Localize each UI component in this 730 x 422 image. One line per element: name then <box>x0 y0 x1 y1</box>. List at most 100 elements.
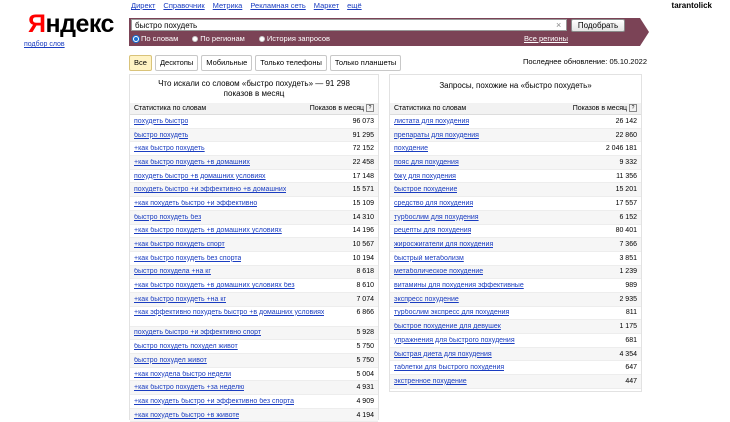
top-nav-link[interactable]: ещё <box>347 1 362 10</box>
query-link[interactable]: препараты для похудения <box>394 132 479 139</box>
search-input[interactable]: быстро похудеть <box>131 19 567 31</box>
left-col-words: Статистика по словам <box>134 105 207 112</box>
shows-count: 9 332 <box>619 158 637 166</box>
table-row: таблетки для быстрого похудения 647 <box>390 361 641 376</box>
shows-count: 447 <box>625 377 637 385</box>
query-link[interactable]: витамины для похудения эффективные <box>394 282 524 289</box>
left-col-shows-wrap: Показов в месяц? <box>310 103 374 114</box>
query-link[interactable]: быстро похудел живот <box>134 357 207 364</box>
shows-count: 5 750 <box>356 356 374 364</box>
query-link[interactable]: турбослим для похудения <box>394 214 479 221</box>
top-nav-link[interactable]: Справочник <box>163 1 204 10</box>
device-tab[interactable]: Все <box>129 55 152 71</box>
query-link[interactable]: быстрая диета для похудения <box>394 351 492 358</box>
shows-count: 6 152 <box>619 213 637 221</box>
shows-count: 811 <box>625 309 637 317</box>
query-link[interactable]: быстро похудеть без <box>134 214 201 221</box>
query-link[interactable]: +как похудеть быстро +и эффективно <box>134 200 257 207</box>
query-link[interactable]: +как быстро похудеть +в домашних условия… <box>134 227 282 234</box>
radio-label: По словам <box>141 34 179 43</box>
shows-count: 1 175 <box>619 323 637 331</box>
device-tab[interactable]: Мобильные <box>201 55 253 71</box>
all-regions-link[interactable]: Все регионы <box>524 34 568 43</box>
device-tab[interactable]: Только телефоны <box>255 55 327 71</box>
query-link[interactable]: +как быстро похудеть +за неделю <box>134 384 244 391</box>
query-link[interactable]: жиросжигатели для похудения <box>394 241 493 248</box>
help-icon[interactable]: ? <box>629 104 637 113</box>
top-nav-link[interactable]: Директ <box>131 1 155 10</box>
radio-button[interactable] <box>192 35 199 42</box>
table-row: похудеть быстро +и эффективно +в домашни… <box>130 183 378 198</box>
search-mode-option[interactable]: По словам <box>133 34 178 43</box>
query-link[interactable]: +как быстро похудеть +на кг <box>134 296 226 303</box>
top-nav-link[interactable]: Рекламная сеть <box>250 1 305 10</box>
query-link[interactable]: рецепты для похудения <box>394 227 471 234</box>
query-link[interactable]: +как быстро похудеть без спорта <box>134 255 241 262</box>
query-link[interactable]: +как быстро похудеть +в домашних условия… <box>134 282 295 289</box>
query-link[interactable]: метаболическое похудение <box>394 268 483 275</box>
logo-rest: ндекс <box>45 10 114 38</box>
query-link[interactable]: похудеть быстро +и эффективно спорт <box>134 329 261 336</box>
yandex-logo[interactable]: Яндекс <box>28 10 114 39</box>
query-link[interactable]: быстрое похудение для девушек <box>394 323 501 330</box>
search-mode-option[interactable]: По регионам <box>192 34 245 43</box>
shows-count: 7 074 <box>356 295 374 303</box>
query-link[interactable]: быстрый метаболизм <box>394 255 464 262</box>
query-link[interactable]: +как быстро похудеть <box>134 145 205 152</box>
query-link[interactable]: листата для похудения <box>394 118 469 125</box>
query-link[interactable]: быстро похудеть похудел живот <box>134 343 238 350</box>
wordstat-link[interactable]: подбор слов <box>24 41 65 48</box>
query-link[interactable]: +как похудела быстро недели <box>134 371 231 378</box>
right-col-shows-wrap: Показов в месяц? <box>573 103 637 114</box>
query-link[interactable]: таблетки для быстрого похудения <box>394 364 504 371</box>
pick-button[interactable]: Подобрать <box>571 19 625 32</box>
query-link[interactable]: +как похудеть быстро +в животе <box>134 412 239 419</box>
left-panel: Что искали со словом «быстро похудеть» —… <box>129 74 379 422</box>
device-tab[interactable]: Десктопы <box>154 55 199 71</box>
left-table-body: похудеть быстро 96 073 быстро похудеть 91 2… <box>130 115 378 422</box>
shows-count: 6 866 <box>356 308 374 316</box>
table-row: пояс для похудения 9 332 <box>390 156 641 170</box>
table-row: бжу для похудения 11 356 <box>390 170 641 184</box>
shows-count: 22 458 <box>352 158 374 166</box>
query-link[interactable]: похудеть быстро +в домашних условиях <box>134 173 266 180</box>
query-link[interactable]: средство для похудения <box>394 200 473 207</box>
shows-count: 4 909 <box>356 397 374 405</box>
table-row: похудеть быстро +и эффективно спорт 5 928 <box>130 326 378 341</box>
query-link[interactable]: турбослим экспресс для похудения <box>394 309 509 316</box>
query-link[interactable]: быстрое похудение <box>394 186 457 193</box>
clear-icon[interactable]: × <box>556 20 561 30</box>
query-link[interactable]: +как похудеть быстро +и эффективно без с… <box>134 398 294 405</box>
query-link[interactable]: +как эффективно похудеть быстро +в домаш… <box>134 309 324 317</box>
query-link[interactable]: упражнения для быстрого похудения <box>394 337 515 344</box>
query-link[interactable]: быстро похудела +на кг <box>134 268 211 275</box>
query-link[interactable]: быстро похудеть <box>134 132 188 139</box>
table-row: похудеть быстро 96 073 <box>130 115 378 129</box>
query-link[interactable]: +как быстро похудеть +в домашних <box>134 159 250 166</box>
username[interactable]: tarantolick <box>672 1 712 10</box>
top-nav-link[interactable]: Маркет <box>314 1 339 10</box>
search-mode-option[interactable]: История запросов <box>258 34 330 43</box>
query-link[interactable]: экстренное похудение <box>394 378 467 385</box>
help-icon[interactable]: ? <box>366 104 374 113</box>
query-link[interactable]: пояс для похудения <box>394 159 459 166</box>
query-link[interactable]: похудеть быстро <box>134 118 188 125</box>
query-link[interactable]: экспресс похудение <box>394 296 459 303</box>
radio-button[interactable] <box>258 35 265 42</box>
shows-count: 5 928 <box>356 329 374 337</box>
query-link[interactable]: бжу для похудения <box>394 173 456 180</box>
query-link[interactable]: +как быстро похудеть спорт <box>134 241 225 248</box>
table-row: быстро похудеть без 14 310 <box>130 210 378 225</box>
table-row: быстро похудеть 91 295 <box>130 128 378 143</box>
radio-button[interactable] <box>133 35 139 42</box>
device-tab[interactable]: Только планшеты <box>329 55 402 71</box>
query-link[interactable]: похудеть быстро +и эффективно +в домашни… <box>134 186 286 193</box>
shows-count: 15 571 <box>352 186 374 194</box>
top-nav-link[interactable]: Метрика <box>213 1 243 10</box>
shows-count: 7 366 <box>619 241 637 249</box>
shows-count: 4 931 <box>356 384 374 392</box>
table-row: +как быстро похудеть +за неделю 4 931 <box>130 381 378 396</box>
table-row: быстро похудеть похудел живот 5 750 <box>130 340 378 354</box>
shows-count: 2 046 181 <box>605 145 637 153</box>
query-link[interactable]: похудение <box>394 145 428 152</box>
